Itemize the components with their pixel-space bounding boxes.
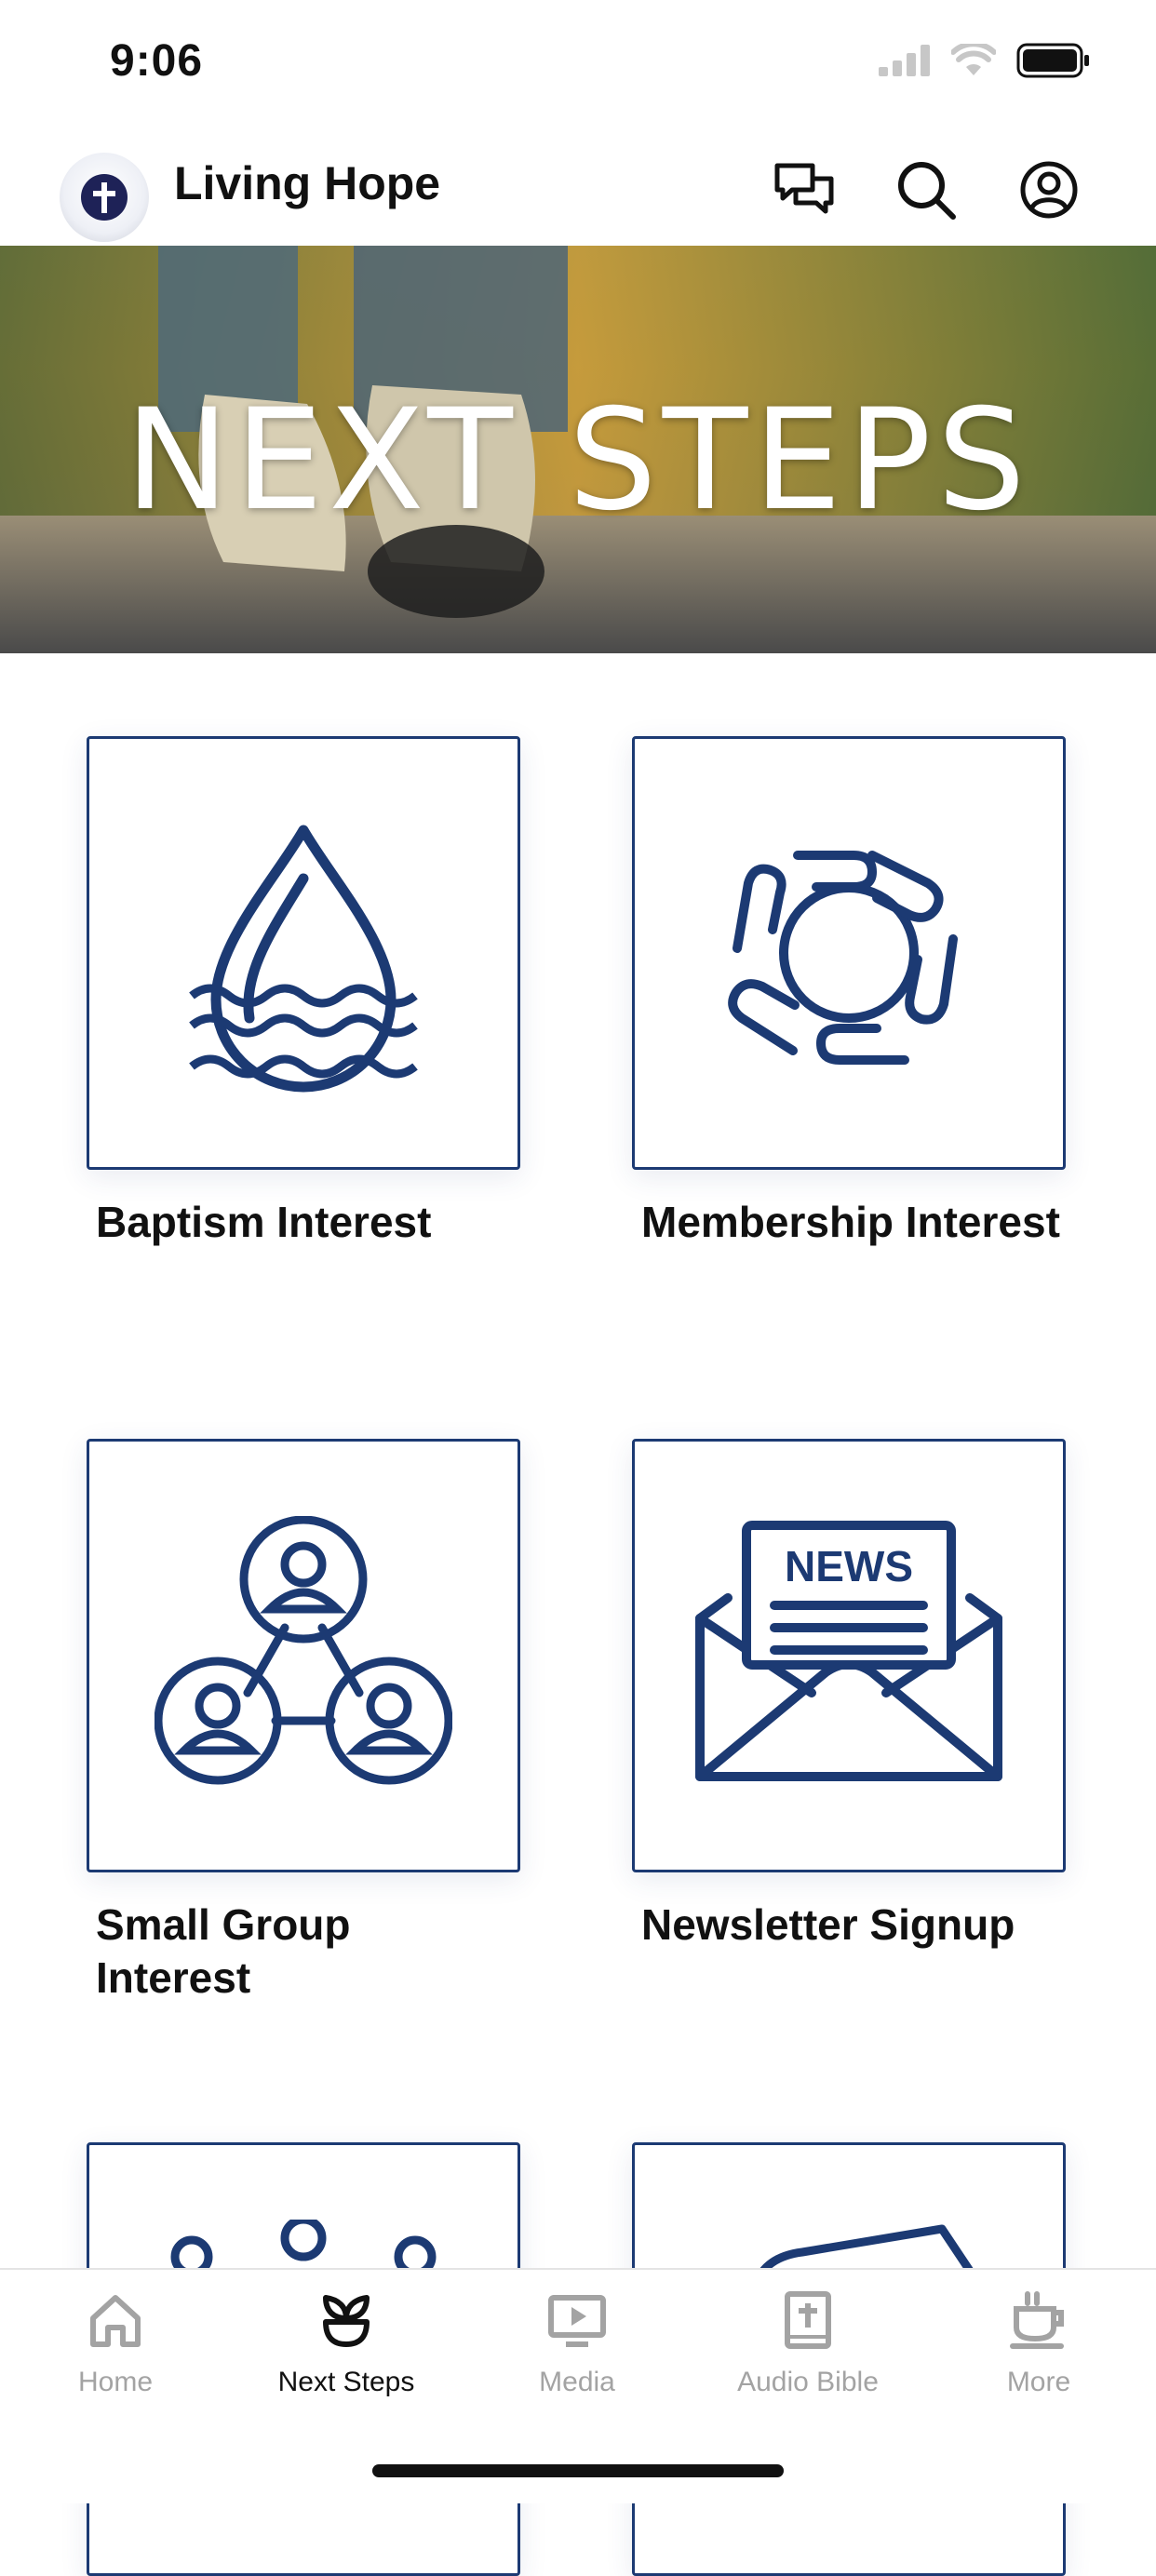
tab-label: Home [77, 2367, 154, 2397]
tab-home[interactable]: Home [22, 2290, 208, 2398]
status-icons [879, 43, 1091, 78]
news-icon-text: NEWS [785, 1542, 913, 1590]
home-icon [90, 2295, 141, 2347]
card-image [87, 736, 520, 1170]
card-label: Small Group Interest [96, 1900, 351, 2002]
hero-title: NEXT STEPS [125, 380, 1031, 542]
media-play-icon [548, 2295, 606, 2347]
app-header: Living Hope [0, 130, 1156, 246]
status-time: 9:06 [110, 36, 204, 86]
battery-icon [1016, 43, 1089, 78]
status-bar: 9:06 [0, 0, 1156, 130]
account-icon [1020, 161, 1078, 219]
chat-bubbles-icon [774, 163, 834, 214]
tab-audio-bible[interactable]: Audio Bible [715, 2290, 901, 2398]
messages-button[interactable] [767, 153, 841, 227]
wifi-icon [951, 44, 996, 75]
tab-label: Next Steps [277, 2367, 415, 2397]
joined-hands-icon [728, 851, 958, 1065]
card-image [632, 736, 1066, 1170]
cellular-signal-icon [879, 45, 930, 76]
newsletter-envelope-icon: NEWS [695, 1521, 1002, 1781]
home-indicator [372, 2464, 784, 2477]
card-label: Newsletter Signup [641, 1900, 1015, 1949]
search-button[interactable] [889, 153, 963, 227]
tab-more[interactable]: More [946, 2290, 1132, 2398]
search-icon [898, 162, 956, 220]
tab-next-steps[interactable]: Next Steps [253, 2290, 439, 2398]
hero-banner: NEXT STEPS [0, 246, 1156, 653]
church-logo[interactable] [60, 153, 149, 242]
tab-media[interactable]: Media [484, 2290, 670, 2398]
app-title: Living Hope [174, 157, 441, 209]
water-drop-icon [189, 825, 418, 1093]
tab-label: More [1006, 2367, 1071, 2397]
coffee-cup-icon [1010, 2291, 1064, 2349]
plant-icon [323, 2295, 370, 2347]
profile-button[interactable] [1012, 153, 1086, 227]
card-label: Baptism Interest [96, 1198, 432, 1246]
card-image: NEWS [632, 1439, 1066, 1872]
tab-label: Media [539, 2367, 615, 2397]
card-label: Membership Interest [641, 1198, 1060, 1246]
group-network-icon [155, 1516, 452, 1785]
tab-label: Audio Bible [737, 2367, 879, 2397]
cross-icon [81, 174, 128, 221]
bible-icon [785, 2291, 831, 2349]
card-image [87, 1439, 520, 1872]
